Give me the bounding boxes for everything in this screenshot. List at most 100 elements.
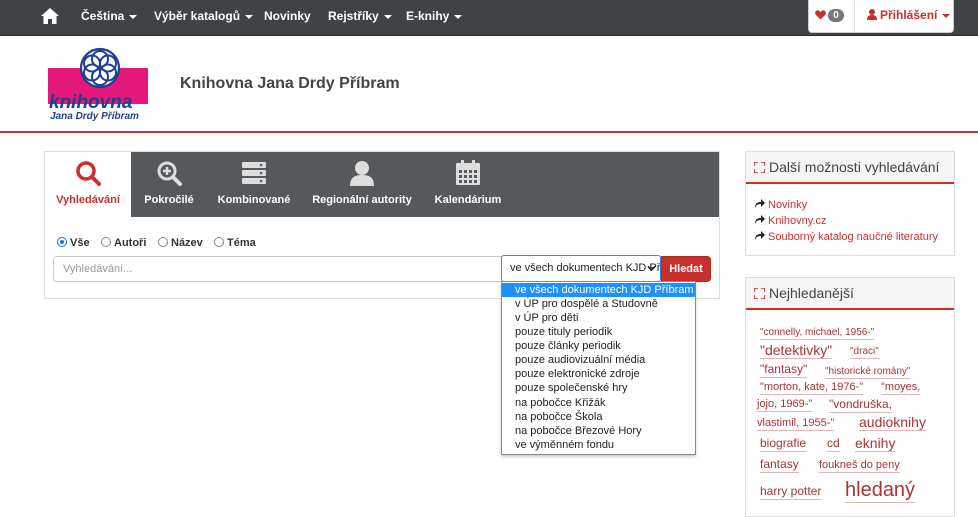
catalog-menu[interactable]: Výběr katalogů xyxy=(154,0,254,34)
search-input[interactable]: Vyhledávání... xyxy=(53,256,505,282)
expand-icon xyxy=(754,288,765,299)
tag-link[interactable]: "historické romány" xyxy=(825,366,911,379)
user-box: 0 Přihlášení xyxy=(808,0,954,33)
divider xyxy=(854,0,855,33)
chevron-down-icon xyxy=(454,14,463,19)
scope-option[interactable]: pouze audiovizuální média xyxy=(502,353,695,367)
search-scope-select[interactable]: ve všech dokumentech KJD Příbram xyxy=(501,255,661,282)
ebooks-menu[interactable]: E-knihy xyxy=(406,0,463,34)
chevron-down-icon xyxy=(942,13,951,18)
language-menu-label: Čeština xyxy=(81,9,125,23)
radio-unchecked[interactable] xyxy=(101,237,111,247)
site-header: knihovna Jana Drdy Příbram Knihovna Jana… xyxy=(0,37,978,133)
scope-option[interactable]: ve všech dokumentech KJD Příbram xyxy=(502,283,695,297)
radio-authors[interactable]: Autoři xyxy=(101,237,146,251)
tab-regional-authorities[interactable]: Regionální autority xyxy=(301,152,423,217)
heart-icon[interactable] xyxy=(815,9,826,20)
tag-link[interactable]: hledaný xyxy=(845,479,916,503)
language-menu[interactable]: Čeština xyxy=(81,0,138,34)
scope-option[interactable]: pouze tituly periodik xyxy=(502,325,695,339)
panel-heading: Nejhledanější xyxy=(746,278,954,310)
radio-all[interactable]: Vše xyxy=(57,237,90,251)
radio-checked[interactable] xyxy=(57,237,67,247)
home-icon[interactable] xyxy=(41,8,59,24)
tag-link[interactable]: jojo, 1969-" xyxy=(757,398,813,412)
radio-title[interactable]: Název xyxy=(158,237,203,251)
panel-title: Další možnosti vyhledávání xyxy=(769,159,940,175)
tab-label: Pokročilé xyxy=(144,194,194,206)
tag-link[interactable]: foukneš do peny xyxy=(819,459,900,473)
library-logo[interactable]: knihovna Jana Drdy Příbram xyxy=(48,46,150,124)
panel-title: Nejhledanější xyxy=(769,285,854,301)
scope-option[interactable]: v ÚP pro děti xyxy=(502,311,695,325)
most-searched-panel: Nejhledanější "connelly, michael, 1956-"… xyxy=(745,277,955,517)
tag-link[interactable]: "detektivky" xyxy=(760,342,833,360)
scope-option[interactable]: v ÚP pro dospělé a Studovně xyxy=(502,297,695,311)
tag-link[interactable]: audioknihy xyxy=(859,414,926,432)
link-knihovny-cz[interactable]: Knihovny.cz xyxy=(755,214,827,228)
tag-link[interactable]: "moyes, xyxy=(881,381,921,395)
link-label: Knihovny.cz xyxy=(768,215,827,227)
chevron-down-icon xyxy=(647,265,656,272)
site-title: Knihovna Jana Drdy Příbram xyxy=(180,75,400,92)
tag-link[interactable]: harry potter xyxy=(760,484,822,500)
tab-advanced[interactable]: Pokročilé xyxy=(131,152,207,217)
chevron-down-icon xyxy=(129,14,138,19)
tag-link[interactable]: "morton, kate, 1976-" xyxy=(760,381,864,395)
search-panel: Vyhledávání Pokročilé Kombinované Region… xyxy=(44,151,720,299)
link-label: Souborný katalog naučné literatury xyxy=(768,231,938,243)
scope-option[interactable]: pouze elektronické zdroje xyxy=(502,367,695,381)
news-link[interactable]: Novinky xyxy=(264,0,311,34)
scope-option[interactable]: pouze články periodik xyxy=(502,339,695,353)
share-arrow-icon xyxy=(755,231,765,240)
radio-label: Autoři xyxy=(114,237,147,249)
top-navbar: Čeština Výběr katalogů Novinky Rejstříky… xyxy=(0,0,978,36)
zoom-in-icon xyxy=(157,161,182,186)
scope-option[interactable]: ve výměnném fondu xyxy=(502,438,695,452)
search-scope-dropdown: ve všech dokumentech KJD Příbram v ÚP pr… xyxy=(501,281,696,455)
calendar-icon xyxy=(456,160,480,185)
tag-link[interactable]: "draci" xyxy=(850,346,879,359)
more-search-options-panel: Další možnosti vyhledávání Novinky Kniho… xyxy=(745,151,955,256)
tag-link[interactable]: "vondruška, xyxy=(829,397,892,413)
share-arrow-icon xyxy=(755,215,765,224)
tab-search[interactable]: Vyhledávání xyxy=(45,152,131,217)
tag-link[interactable]: "connelly, michael, 1956-" xyxy=(760,327,875,340)
scope-option[interactable]: na pobočce Škola xyxy=(502,410,695,424)
login-label: Přihlášení xyxy=(880,8,938,22)
registers-menu-label: Rejstříky xyxy=(328,9,379,23)
search-icon xyxy=(76,161,101,186)
link-union-catalog[interactable]: Souborný katalog naučné literatury xyxy=(755,230,938,244)
registers-menu[interactable]: Rejstříky xyxy=(328,0,392,34)
search-scope-value: ve všech dokumentech KJD Příbram xyxy=(510,262,661,274)
news-link-label: Novinky xyxy=(264,9,311,23)
login-menu[interactable]: Přihlášení xyxy=(867,0,951,33)
server-icon xyxy=(242,162,266,184)
tag-link[interactable]: cd xyxy=(827,436,840,452)
tab-calendar[interactable]: Kalendárium xyxy=(423,152,513,217)
link-news[interactable]: Novinky xyxy=(755,198,807,212)
tag-link[interactable]: fantasy xyxy=(760,457,799,473)
radio-unchecked[interactable] xyxy=(214,237,224,247)
scope-option[interactable]: na pobočce Křižák xyxy=(502,396,695,410)
tag-link[interactable]: vlastimil, 1955-" xyxy=(757,417,835,431)
radio-subject[interactable]: Téma xyxy=(214,237,256,251)
favorites-count-badge: 0 xyxy=(828,9,844,22)
panel-heading: Další možnosti vyhledávání xyxy=(746,152,954,184)
tab-combined[interactable]: Kombinované xyxy=(207,152,301,217)
logo-text: knihovna xyxy=(49,92,133,113)
user-icon xyxy=(350,161,374,186)
tag-link[interactable]: biografie xyxy=(760,436,807,452)
tab-label: Kalendárium xyxy=(434,194,502,206)
tab-label: Vyhledávání xyxy=(56,194,120,206)
radio-unchecked[interactable] xyxy=(158,237,168,247)
share-arrow-icon xyxy=(755,199,765,208)
user-icon xyxy=(867,9,877,20)
tag-link[interactable]: "fantasy" xyxy=(760,362,808,378)
scope-option[interactable]: pouze společenské hry xyxy=(502,381,695,395)
logo-subtext: Jana Drdy Příbram xyxy=(50,111,139,122)
tag-link[interactable]: eknihy xyxy=(855,435,896,453)
scope-option[interactable]: na pobočce Březové Hory xyxy=(502,424,695,438)
search-button[interactable]: Hledat xyxy=(661,256,711,282)
link-label: Novinky xyxy=(768,199,808,211)
